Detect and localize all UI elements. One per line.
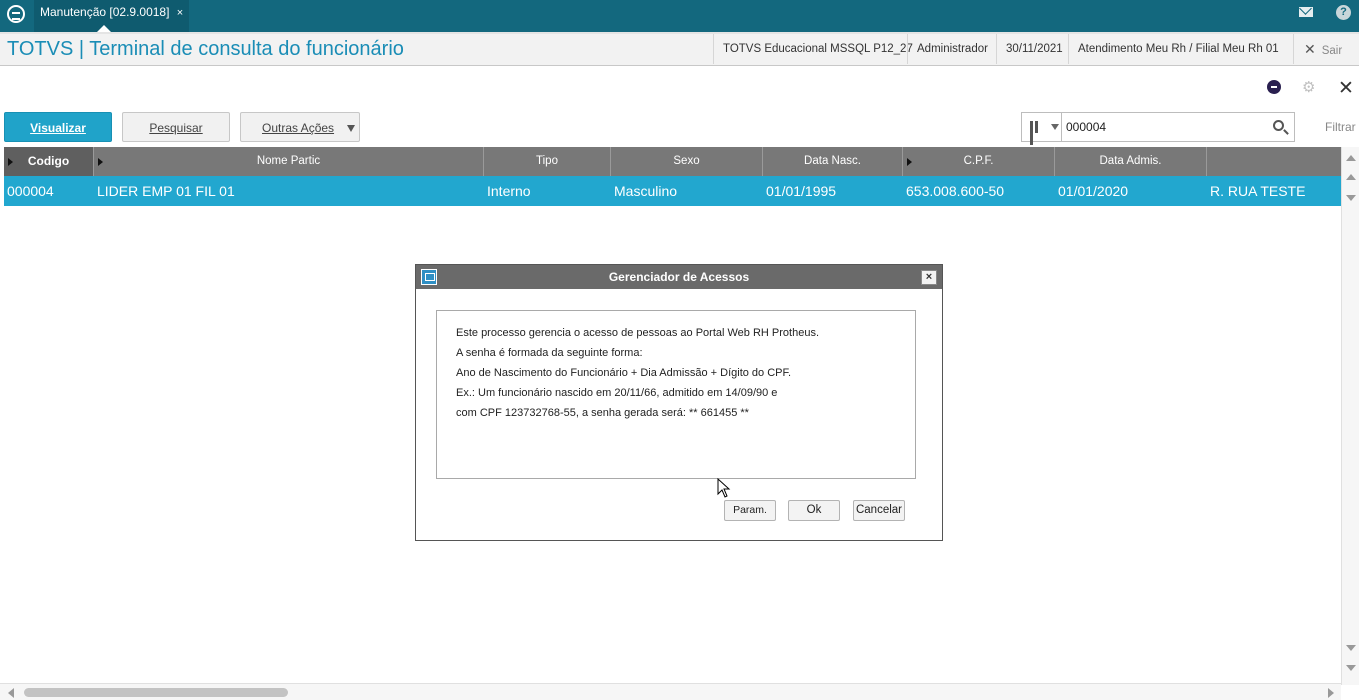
tab-label: Manutenção [02.9.0018] — [40, 5, 170, 19]
cancel-button[interactable]: Cancelar — [853, 500, 905, 521]
search-button-label: Pesquisar — [149, 121, 203, 135]
column-header-sexo[interactable]: Sexo — [611, 147, 763, 176]
view-button[interactable]: Visualizar — [4, 112, 112, 142]
cell-tipo: Interno — [487, 183, 531, 199]
cell-nome: LIDER EMP 01 FIL 01 — [97, 183, 235, 199]
sort-arrow-icon — [907, 158, 912, 166]
branch-label: Atendimento Meu Rh / Filial Meu Rh 01 — [1068, 34, 1288, 64]
environment-label: TOTVS Educacional MSSQL P12_27 — [713, 34, 922, 64]
message-line: Este processo gerencia o acesso de pesso… — [456, 327, 819, 339]
status-orb-icon[interactable] — [1267, 80, 1281, 94]
access-manager-dialog: Gerenciador de Acessos × Este processo g… — [415, 264, 943, 541]
scroll-page-down-icon[interactable] — [1346, 645, 1356, 651]
dialog-close-button[interactable]: × — [921, 270, 937, 285]
column-selector[interactable] — [1022, 113, 1062, 145]
tab-pointer — [97, 25, 111, 32]
search-icon[interactable] — [1273, 120, 1284, 131]
horizontal-scroll-thumb[interactable] — [24, 688, 288, 697]
message-line: Ex.: Um funcionário nascido em 20/11/66,… — [456, 387, 778, 399]
search-button[interactable]: Pesquisar — [122, 112, 230, 142]
cell-endereco: R. RUA TESTE — [1210, 183, 1306, 199]
scroll-bottom-icon[interactable] — [1346, 665, 1356, 671]
employee-grid: Codigo Nome Partic Tipo Sexo Data Nasc. … — [4, 147, 1341, 206]
exit-button[interactable]: ✕ Sair — [1293, 34, 1342, 64]
help-icon[interactable]: ? — [1336, 5, 1351, 20]
page-title: TOTVS | Terminal de consulta do funcioná… — [7, 38, 404, 60]
exit-label: Sair — [1321, 45, 1343, 57]
sub-header: TOTVS | Terminal de consulta do funcioná… — [0, 32, 1359, 66]
column-header-nome[interactable]: Nome Partic — [94, 147, 484, 176]
search-input[interactable] — [1066, 117, 1262, 137]
close-icon[interactable]: ✕ — [1338, 77, 1354, 100]
mouse-cursor-icon — [717, 478, 731, 498]
chevron-down-icon — [1051, 124, 1059, 130]
mail-icon[interactable] — [1299, 7, 1313, 17]
cell-data-admis: 01/01/2020 — [1058, 183, 1129, 199]
table-row[interactable]: 000004 LIDER EMP 01 FIL 01 Interno Mascu… — [4, 176, 1341, 206]
dialog-title-bar[interactable]: Gerenciador de Acessos × — [416, 265, 942, 289]
sort-arrow-icon — [98, 158, 103, 166]
columns-icon — [1030, 121, 1044, 145]
date-label: 30/11/2021 — [996, 34, 1072, 64]
cell-data-nasc: 01/01/1995 — [766, 183, 837, 199]
column-header-cpf[interactable]: C.P.F. — [903, 147, 1055, 176]
more-actions-button[interactable]: Outras Ações — [240, 112, 360, 142]
scroll-left-icon[interactable] — [8, 688, 14, 698]
cell-sexo: Masculino — [614, 183, 678, 199]
scroll-up-icon[interactable] — [1346, 174, 1356, 180]
column-header-tipo[interactable]: Tipo — [484, 147, 611, 176]
column-header-data-nasc[interactable]: Data Nasc. — [763, 147, 903, 176]
window-icon — [421, 269, 437, 285]
vertical-scrollbar[interactable] — [1341, 147, 1359, 685]
cell-codigo: 000004 — [7, 183, 54, 199]
dialog-title: Gerenciador de Acessos — [608, 270, 750, 284]
column-header-codigo[interactable]: Codigo — [4, 147, 94, 176]
filter-link[interactable]: Filtrar — [1325, 120, 1356, 134]
top-bar: Manutenção [02.9.0018] × ? — [0, 0, 1359, 32]
column-header-data-admis[interactable]: Data Admis. — [1055, 147, 1207, 176]
ok-button[interactable]: Ok — [788, 500, 840, 521]
cell-cpf: 653.008.600-50 — [906, 183, 1005, 199]
column-header-endereco[interactable] — [1207, 147, 1341, 176]
scroll-down-icon[interactable] — [1346, 195, 1356, 201]
message-line: com CPF 123732768-55, a senha gerada ser… — [456, 407, 749, 419]
message-line: A senha é formada da seguinte forma: — [456, 347, 643, 359]
sort-arrow-icon — [8, 158, 13, 166]
search-box — [1021, 112, 1295, 145]
more-actions-label: Outras Ações — [262, 121, 335, 135]
horizontal-scrollbar[interactable] — [0, 683, 1341, 700]
tab-manutencao[interactable]: Manutenção [02.9.0018] × — [34, 0, 190, 32]
scroll-right-icon[interactable] — [1328, 688, 1334, 698]
tab-close-icon[interactable]: × — [177, 7, 183, 19]
dialog-message-box: Este processo gerencia o acesso de pesso… — [436, 310, 916, 479]
scroll-top-icon[interactable] — [1346, 155, 1356, 161]
message-line: Ano de Nascimento do Funcionário + Dia A… — [456, 367, 792, 379]
exit-icon: ✕ — [1304, 41, 1316, 57]
gear-icon[interactable]: ⚙ — [1302, 80, 1317, 95]
param-button[interactable]: Param. — [724, 500, 776, 521]
grid-header: Codigo Nome Partic Tipo Sexo Data Nasc. … — [4, 147, 1341, 176]
totvs-logo-icon[interactable] — [7, 5, 25, 23]
chevron-down-icon — [347, 125, 355, 132]
user-label: Administrador — [907, 34, 997, 64]
